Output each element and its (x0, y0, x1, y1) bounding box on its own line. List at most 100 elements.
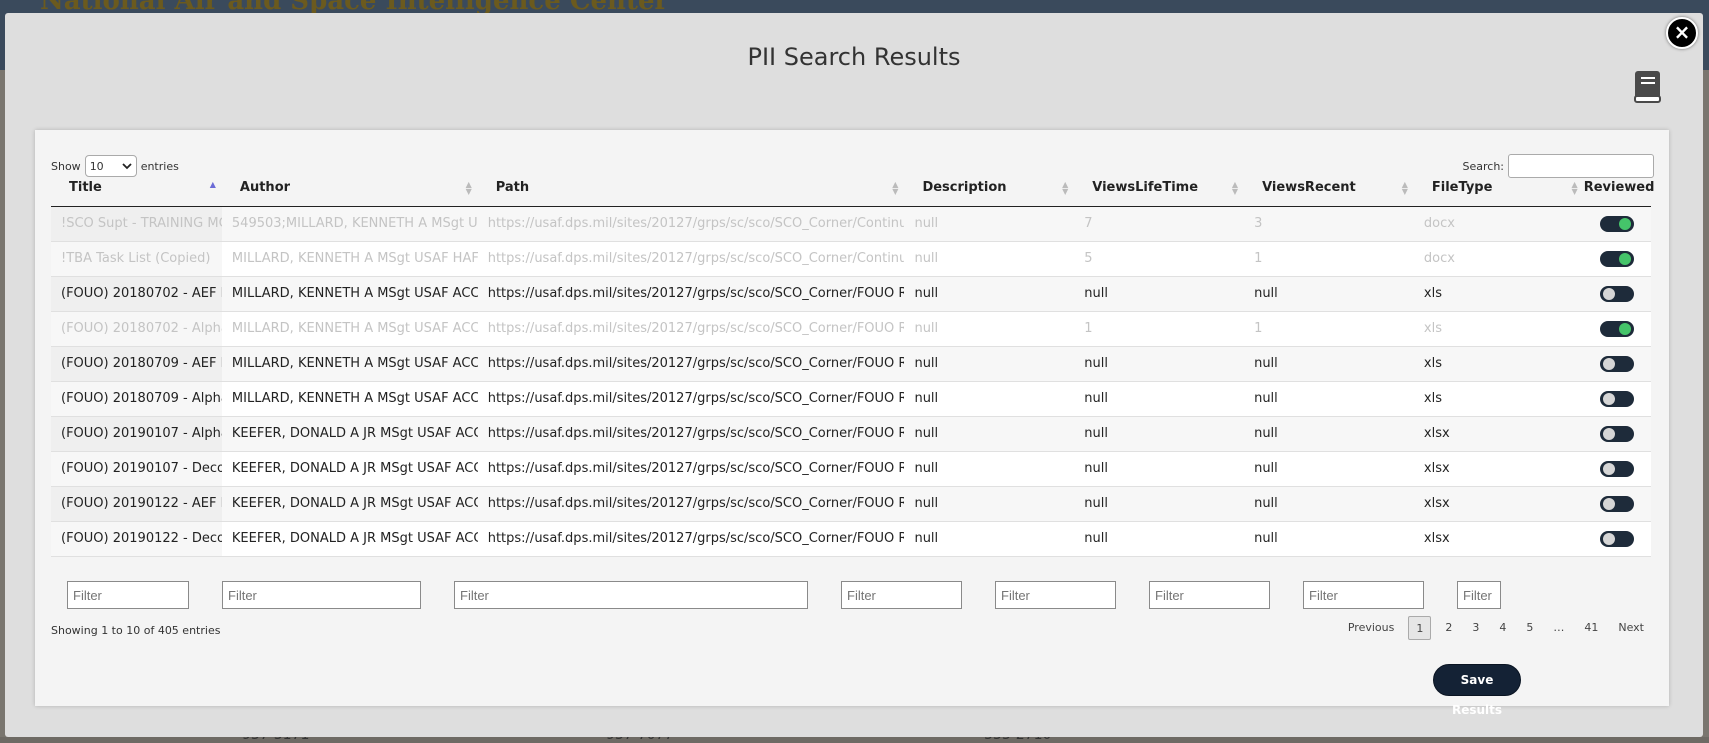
cell-reviewed (1583, 486, 1651, 522)
column-header-title[interactable]: Title ▲ (51, 170, 222, 207)
reviewed-toggle[interactable] (1600, 390, 1635, 407)
cell-author: MILLARD, KENNETH A MSgt USAF HAF N (221, 241, 478, 277)
cell-viewsrecent: null (1244, 486, 1414, 522)
column-header-reviewed[interactable]: Reviewed (1583, 170, 1654, 207)
reviewed-toggle[interactable] (1600, 320, 1635, 337)
cell-path: https://usaf.dps.mil/sites/20127/grps/sc… (477, 521, 905, 557)
previous-button[interactable]: Previous (1338, 616, 1405, 640)
next-button[interactable]: Next (1608, 616, 1654, 640)
column-header-description[interactable]: Description ▲ ▼ (904, 170, 1075, 207)
author-filter-input[interactable] (222, 581, 421, 609)
title-filter-input[interactable] (67, 581, 189, 609)
reviewed-toggle[interactable] (1600, 355, 1635, 372)
cell-author: KEEFER, DONALD A JR MSgt USAF ACC : (221, 486, 478, 522)
table-row: !TBA Task List (Copied) MILLARD, KENNETH … (51, 241, 1651, 277)
viewslifetime-filter-input[interactable] (995, 581, 1116, 609)
cell-reviewed (1583, 241, 1651, 277)
page-button-5[interactable]: 5 (1516, 616, 1543, 640)
sort-asc-icon: ▲ (209, 180, 216, 189)
sort-icon: ▲ ▼ (1062, 180, 1069, 196)
column-header-viewslifetime[interactable]: ViewsLifeTime ▲ ▼ (1074, 170, 1245, 207)
table-row: (FOUO) 20190107 - Alpha KEEFER, DONALD A … (51, 416, 1651, 452)
page-button-41[interactable]: 41 (1574, 616, 1608, 640)
page-button-3[interactable]: 3 (1462, 616, 1489, 640)
table-row: (FOUO) 20190107 - Decor KEEFER, DONALD A … (51, 451, 1651, 487)
cell-viewslifetime: null (1074, 276, 1245, 312)
cell-viewslifetime: 7 (1074, 206, 1245, 242)
cell-author: MILLARD, KENNETH A MSgt USAF ACC H (221, 276, 478, 312)
cell-viewslifetime: null (1074, 381, 1245, 417)
page-button-2[interactable]: 2 (1435, 616, 1462, 640)
reviewed-toggle[interactable] (1600, 250, 1635, 267)
cell-title: (FOUO) 20190122 - AEF R (51, 486, 222, 522)
toggle-knob (1619, 252, 1632, 265)
cell-reviewed (1583, 521, 1651, 557)
sort-icon: ▲ ▼ (1571, 180, 1578, 196)
cell-filetype: docx (1413, 241, 1584, 277)
toggle-knob (1603, 462, 1616, 475)
column-header-author[interactable]: Author ▲ ▼ (221, 170, 478, 207)
cell-viewsrecent: null (1244, 451, 1414, 487)
description-filter-input[interactable] (841, 581, 962, 609)
page-button-4[interactable]: 4 (1489, 616, 1516, 640)
cell-description: null (904, 206, 1075, 242)
sort-icon: ▲ ▼ (465, 180, 472, 196)
cell-filetype: xls (1413, 346, 1584, 382)
cell-title: (FOUO) 20180709 - Alpha (51, 381, 222, 417)
close-icon[interactable]: × (1666, 17, 1698, 49)
cell-title: (FOUO) 20180702 - AEF R (51, 276, 222, 312)
cell-path: https://usaf.dps.mil/sites/20127/grps/sc… (477, 346, 905, 382)
save-results-button[interactable]: Save Results (1433, 664, 1521, 717)
cell-filetype: xls (1413, 276, 1584, 312)
column-header-filetype[interactable]: FileType ▲ ▼ (1413, 170, 1584, 207)
reviewed-toggle[interactable] (1600, 530, 1635, 547)
table-row: (FOUO) 20190122 - AEF R KEEFER, DONALD A … (51, 486, 1651, 522)
cell-title: !SCO Supt - TRAINING MG (51, 206, 222, 242)
cell-title: (FOUO) 20190122 - Decor (51, 521, 222, 557)
cell-viewsrecent: null (1244, 521, 1414, 557)
cell-author: MILLARD, KENNETH A MSgt USAF ACC H (221, 381, 478, 417)
reviewed-toggle[interactable] (1600, 495, 1635, 512)
cell-reviewed (1583, 276, 1651, 312)
book-icon[interactable] (1633, 70, 1663, 104)
reviewed-toggle[interactable] (1600, 425, 1635, 442)
page-ellipsis: … (1553, 621, 1565, 634)
cell-viewslifetime: null (1074, 521, 1245, 557)
reviewed-toggle[interactable] (1600, 460, 1635, 477)
modal-title: PII Search Results (747, 43, 961, 71)
cell-viewsrecent: 1 (1244, 311, 1414, 347)
cell-path: https://usaf.dps.mil/sites/20127/grps/sc… (477, 206, 905, 242)
table-row: (FOUO) 20180709 - Alpha MILLARD, KENNETH … (51, 381, 1651, 417)
table-row: (FOUO) 20180702 - AEF R MILLARD, KENNETH … (51, 276, 1651, 312)
page-button-1[interactable]: 1 (1408, 616, 1432, 640)
cell-title: (FOUO) 20180702 - Alpha (51, 311, 222, 347)
table-row: (FOUO) 20190122 - Decor KEEFER, DONALD A … (51, 521, 1651, 557)
cell-author: MILLARD, KENNETH A MSgt USAF ACC H (221, 346, 478, 382)
cell-filetype: xlsx (1413, 486, 1584, 522)
toggle-knob (1619, 217, 1632, 230)
column-header-viewsrecent[interactable]: ViewsRecent ▲ ▼ (1244, 170, 1414, 207)
cell-reviewed (1583, 416, 1651, 452)
reviewed-filter-input[interactable] (1457, 581, 1501, 609)
cell-title: (FOUO) 20190107 - Decor (51, 451, 222, 487)
toggle-knob (1603, 532, 1616, 545)
column-header-path[interactable]: Path ▲ ▼ (477, 170, 905, 207)
cell-viewsrecent: 3 (1244, 206, 1414, 242)
cell-filetype: xls (1413, 311, 1584, 347)
viewsrecent-filter-input[interactable] (1149, 581, 1270, 609)
cell-viewslifetime: null (1074, 451, 1245, 487)
sort-icon: ▲ ▼ (892, 180, 899, 196)
reviewed-toggle[interactable] (1600, 285, 1635, 302)
cell-filetype: xlsx (1413, 416, 1584, 452)
reviewed-toggle[interactable] (1600, 215, 1635, 232)
cell-author: KEEFER, DONALD A JR MSgt USAF ACC : (221, 521, 478, 557)
results-panel: Show 10 entries Search: Title ▲ Author ▲ ▼ … (35, 130, 1669, 717)
sort-icon: ▲ ▼ (1401, 180, 1408, 196)
table-row: !SCO Supt - TRAINING MG 549503;MILLARD, K… (51, 206, 1651, 242)
cell-filetype: docx (1413, 206, 1584, 242)
cell-path: https://usaf.dps.mil/sites/20127/grps/sc… (477, 381, 905, 417)
cell-filetype: xlsx (1413, 451, 1584, 487)
filetype-filter-input[interactable] (1303, 581, 1424, 609)
path-filter-input[interactable] (454, 581, 808, 609)
toggle-knob (1603, 357, 1616, 370)
